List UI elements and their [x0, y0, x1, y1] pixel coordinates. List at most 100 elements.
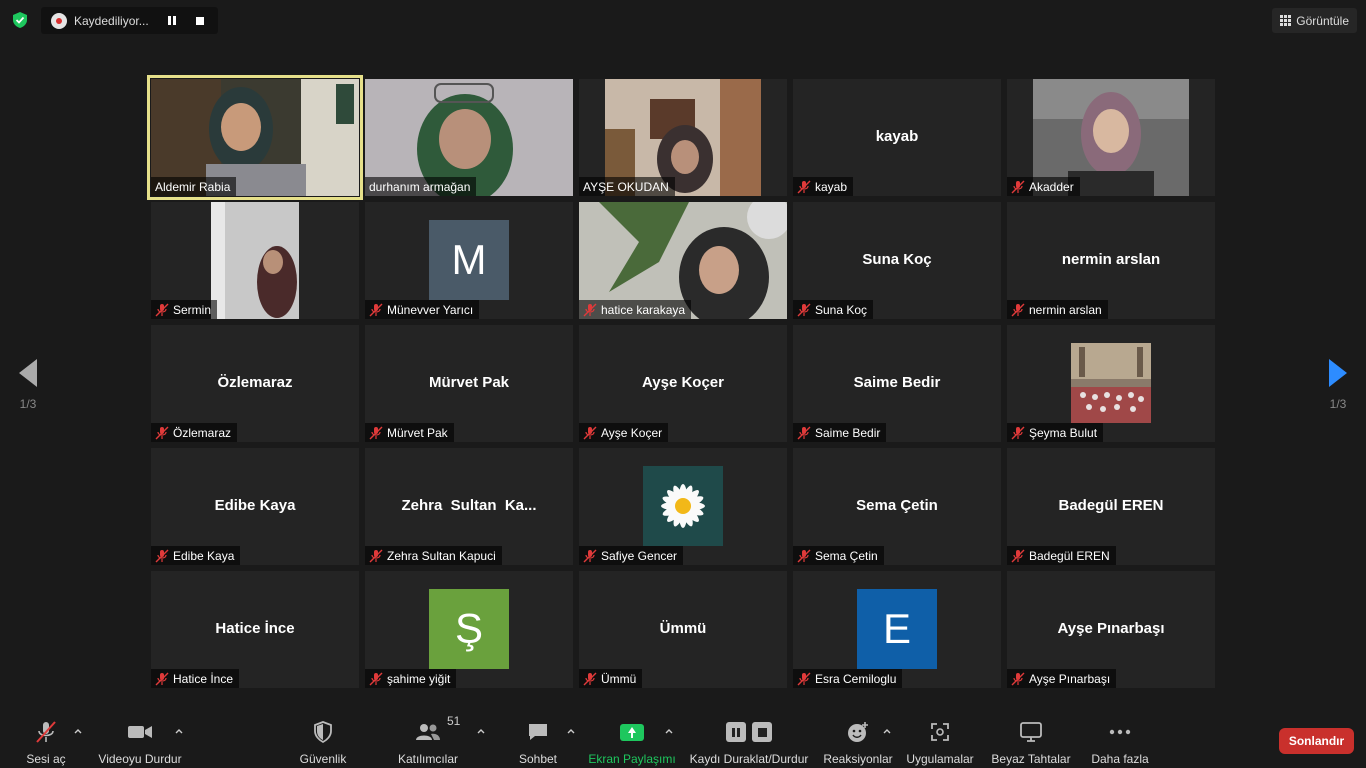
chat-button[interactable]: Sohbet: [514, 706, 562, 768]
participant-display-name: Saime Bedir: [853, 373, 941, 391]
muted-mic-icon: [155, 303, 169, 316]
participant-tile[interactable]: Ayşe Koçer Ayşe Koçer: [579, 325, 787, 442]
participant-tile[interactable]: Zehra Sultan Ka... Zehra Sultan Kapuci: [365, 448, 573, 565]
participant-name-label: Münevver Yarıcı: [365, 300, 480, 319]
pause-stop-recording-button[interactable]: Kaydı Duraklat/Durdur: [686, 706, 812, 768]
participant-name-label: Akadder: [1007, 177, 1080, 196]
stop-video-button[interactable]: Videoyu Durdur: [96, 706, 184, 768]
participant-tile[interactable]: kayab kayab: [793, 79, 1001, 196]
participant-profile-photo: [1071, 343, 1151, 423]
participant-tile[interactable]: Mürvet Pak Mürvet Pak: [365, 325, 573, 442]
participant-tile[interactable]: nermin arslan nermin arslan: [1007, 202, 1215, 319]
whiteboard-icon: [1019, 720, 1043, 744]
stop-icon: [196, 16, 204, 25]
participant-name-label: Sema Çetin: [793, 546, 884, 565]
apps-icon: [929, 720, 951, 744]
muted-mic-icon: [155, 549, 169, 562]
participant-name-label: Ümmü: [579, 669, 643, 688]
participant-tile[interactable]: Sema Çetin Sema Çetin: [793, 448, 1001, 565]
view-button[interactable]: Görüntüle: [1272, 8, 1357, 33]
muted-mic-icon: [369, 549, 383, 562]
muted-mic-icon: [797, 549, 811, 562]
participant-display-name: Özlemaraz: [217, 373, 293, 391]
participants-options-chevron-icon[interactable]: [476, 726, 486, 736]
participant-tile[interactable]: Sermin: [151, 202, 359, 319]
participant-tile[interactable]: Safiye Gencer: [579, 448, 787, 565]
end-meeting-button[interactable]: Sonlandır: [1279, 728, 1354, 754]
chevron-right-icon: [1329, 359, 1347, 387]
whiteboards-button[interactable]: Beyaz Tahtalar: [990, 706, 1072, 768]
reactions-button[interactable]: Reaksiyonlar: [822, 706, 894, 768]
pause-icon: [168, 16, 176, 25]
stop-recording-icon[interactable]: [752, 722, 772, 742]
muted-mic-icon: [797, 180, 811, 193]
participant-display-name: Edibe Kaya: [214, 496, 296, 514]
participants-button[interactable]: 51 Katılımcılar: [396, 706, 460, 768]
reactions-options-chevron-icon[interactable]: [882, 726, 892, 736]
participant-tile[interactable]: Badegül EREN Badegül EREN: [1007, 448, 1215, 565]
muted-mic-icon: [369, 426, 383, 439]
participant-name-label: Suna Koç: [793, 300, 874, 319]
participant-name-label: Edibe Kaya: [151, 546, 241, 565]
participant-name-label: Aldemir Rabia: [151, 177, 237, 196]
participant-profile-photo: [643, 466, 723, 546]
participant-display-name: Badegül EREN: [1058, 496, 1164, 514]
security-shield-icon[interactable]: [11, 11, 29, 29]
recording-label: Kaydediliyor...: [74, 13, 149, 28]
share-screen-icon: [620, 720, 644, 744]
pause-recording-button[interactable]: [160, 11, 184, 31]
share-screen-button[interactable]: Ekran Paylaşımı: [588, 706, 676, 768]
more-button[interactable]: Daha fazla: [1088, 706, 1152, 768]
participant-tile[interactable]: hatice karakaya: [579, 202, 787, 319]
participant-tile[interactable]: Saime Bedir Saime Bedir: [793, 325, 1001, 442]
participant-name-label: Sermin: [151, 300, 218, 319]
participant-tile[interactable]: Akadder: [1007, 79, 1215, 196]
participant-display-name: Suna Koç: [862, 250, 932, 268]
participant-tile[interactable]: Edibe Kaya Edibe Kaya: [151, 448, 359, 565]
participant-name-label: Safiye Gencer: [579, 546, 684, 565]
participant-tile[interactable]: Şeyma Bulut: [1007, 325, 1215, 442]
chat-options-chevron-icon[interactable]: [566, 726, 576, 736]
smiley-icon: [847, 720, 869, 744]
video-camera-icon: [127, 720, 153, 744]
muted-mic-icon: [583, 303, 597, 316]
muted-mic-icon: [797, 303, 811, 316]
participant-tile[interactable]: E Esra Cemiloglu: [793, 571, 1001, 688]
grid-icon: [1280, 15, 1292, 26]
stop-recording-button[interactable]: [188, 11, 212, 31]
participant-tile[interactable]: Ümmü Ümmü: [579, 571, 787, 688]
apps-button[interactable]: Uygulamalar: [904, 706, 976, 768]
security-button[interactable]: Güvenlik: [297, 706, 349, 768]
participant-tile[interactable]: Ayşe Pınarbaşı Ayşe Pınarbaşı: [1007, 571, 1215, 688]
participant-tile[interactable]: Ş şahime yiğit: [365, 571, 573, 688]
pause-recording-icon[interactable]: [726, 722, 746, 742]
participant-name-label: Mürvet Pak: [365, 423, 454, 442]
participant-tile[interactable]: M Münevver Yarıcı: [365, 202, 573, 319]
muted-mic-icon: [1011, 180, 1025, 193]
share-options-chevron-icon[interactable]: [664, 726, 674, 736]
next-page-button[interactable]: 1/3: [1310, 340, 1366, 430]
participant-display-name: Hatice İnce: [215, 619, 295, 637]
participant-tile[interactable]: AYŞE OKUDAN: [579, 79, 787, 196]
unmute-button[interactable]: Sesi aç: [22, 706, 70, 768]
muted-mic-icon: [1011, 303, 1025, 316]
participant-display-name: Ayşe Pınarbaşı: [1057, 619, 1165, 637]
view-label: Görüntüle: [1296, 13, 1349, 28]
participant-tile[interactable]: Hatice İnce Hatice İnce: [151, 571, 359, 688]
muted-mic-icon: [1011, 426, 1025, 439]
participant-display-name: nermin arslan: [1061, 250, 1161, 268]
participant-video: [211, 202, 299, 319]
muted-mic-icon: [155, 672, 169, 685]
video-options-chevron-icon[interactable]: [174, 726, 184, 736]
participant-name-label: nermin arslan: [1007, 300, 1108, 319]
participant-tile[interactable]: Suna Koç Suna Koç: [793, 202, 1001, 319]
participant-tile[interactable]: Özlemaraz Özlemaraz: [151, 325, 359, 442]
participant-avatar: M: [429, 220, 509, 300]
muted-mic-icon: [583, 549, 597, 562]
muted-mic-icon: [583, 672, 597, 685]
participant-name-label: şahime yiğit: [365, 669, 457, 688]
participant-tile[interactable]: Aldemir Rabia: [147, 75, 363, 200]
participant-tile[interactable]: durhanım armağan: [365, 79, 573, 196]
previous-page-button[interactable]: 1/3: [0, 340, 56, 430]
audio-options-chevron-icon[interactable]: [73, 726, 83, 736]
